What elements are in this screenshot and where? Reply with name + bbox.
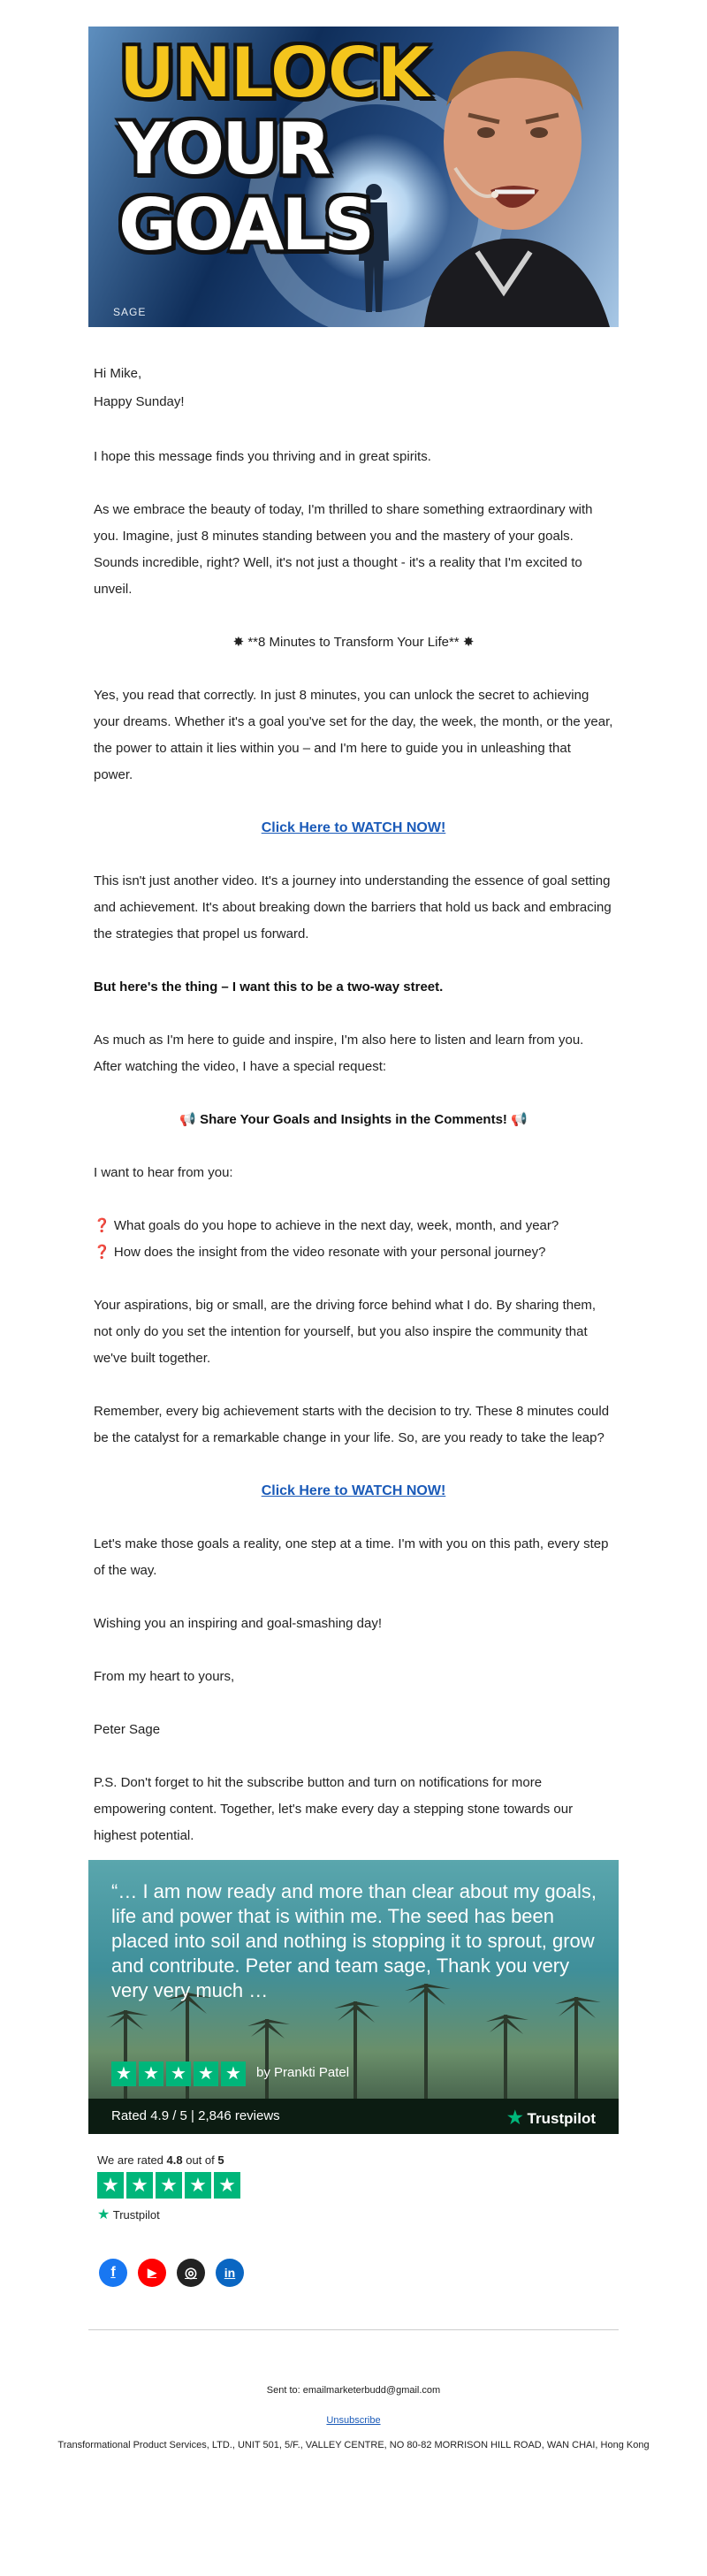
signoff: From my heart to yours, [94,1669,235,1684]
signature: Peter Sage [94,1722,161,1737]
watch-now-link-2[interactable]: Click Here to WATCH NOW! [262,1483,446,1498]
headline-text: **8 Minutes to Transform Your Life** [247,635,460,650]
hero-brand-logo: SAGE [113,306,147,318]
testimonial-author: by Prankti Patel [256,2065,350,2080]
two-way-street-line: But here's the thing – I want this to be… [94,979,444,995]
sent-to-line: Sent to: emailmarketerbudd@gmail.com [266,2385,441,2396]
trustpilot-small-logo-text: Trustpilot [112,2208,160,2222]
email-body: UNLOCK YOUR GOALS SAGE Hi Mike, Happy Su… [88,27,619,2287]
question-mark-icon: ❓ [94,1218,110,1233]
youtube-icon[interactable]: ▶ [138,2259,166,2287]
question-2: ❓ How does the insight from the video re… [94,1239,613,1266]
sparkle-icon: ✸ [232,635,245,650]
star-icon: ★ [111,2062,136,2086]
trustpilot-rating-widget[interactable]: We are rated 4.8 out of 5 ★ ★ ★ ★ ★ ★ Tr… [88,2153,619,2223]
email-content: Hi Mike, Happy Sunday! I hope this messa… [88,327,619,1860]
trustpilot-star-icon: ★ [97,2207,110,2222]
facebook-icon[interactable]: f [99,2259,127,2287]
salutation: Happy Sunday! [94,394,185,409]
want-hear-line: I want to hear from you: [94,1165,233,1180]
trustpilot-logo-text: Trustpilot [527,2110,596,2127]
hero-title: UNLOCK YOUR GOALS [118,32,432,266]
intro-paragraph: I hope this message finds you thriving a… [94,449,431,464]
paragraph-6: Remember, every big achievement starts w… [94,1404,610,1445]
paragraph-5: Your aspirations, big or small, are the … [94,1298,597,1366]
greeting: Hi Mike, [94,366,142,381]
paragraph-2: Yes, you read that correctly. In just 8 … [94,688,613,782]
rating-max: 5 [217,2153,224,2167]
question-1: ❓ What goals do you hope to achieve in t… [94,1213,613,1239]
testimonial-rating-text: Rated 4.9 / 5 | 2,846 reviews [111,2108,280,2123]
megaphone-icon: 📢 [511,1112,528,1127]
hero-banner-image[interactable]: UNLOCK YOUR GOALS SAGE [88,27,619,327]
megaphone-icon: 📢 [179,1112,196,1127]
paragraph-8: Wishing you an inspiring and goal-smashi… [94,1616,383,1631]
star-icon: ★ [214,2172,240,2199]
hero-title-line1: UNLOCK [118,32,432,114]
trustpilot-small-logo: ★ Trustpilot [97,2206,619,2223]
testimonial-rating-bar: Rated 4.9 / 5 | 2,846 reviews ★ Trustpil… [88,2099,619,2134]
testimonial-quote: “… I am now ready and more than clear ab… [111,1880,597,2001]
share-heading: 📢 Share Your Goals and Insights in the C… [94,1107,613,1133]
star-icon: ★ [185,2172,211,2199]
star-icon: ★ [194,2062,218,2086]
share-heading-text: Share Your Goals and Insights in the Com… [200,1112,507,1127]
paragraph-1: As we embrace the beauty of today, I'm t… [94,502,593,597]
star-icon: ★ [221,2062,246,2086]
star-icon: ★ [166,2062,191,2086]
trustpilot-testimonial-banner[interactable]: “… I am now ready and more than clear ab… [88,1860,619,2134]
star-icon: ★ [139,2062,163,2086]
paragraph-4: As much as I'm here to guide and inspire… [94,1033,584,1074]
company-address: Transformational Product Services, LTD.,… [57,2440,650,2450]
linkedin-icon[interactable]: in [216,2259,244,2287]
instagram-icon[interactable]: ◎ [177,2259,205,2287]
rating-text: We are rated 4.8 out of 5 [97,2153,619,2167]
rating-score: 4.8 [166,2153,183,2167]
ps-paragraph: P.S. Don't forget to hit the subscribe b… [94,1775,574,1843]
trustpilot-star-icon: ★ [506,2108,523,2128]
star-icon: ★ [156,2172,182,2199]
star-icon: ★ [126,2172,153,2199]
watch-now-link-1[interactable]: Click Here to WATCH NOW! [262,820,446,835]
sparkle-icon: ✸ [462,635,475,650]
rating-middle: out of [182,2153,218,2167]
rating-stars: ★ ★ ★ ★ ★ [97,2172,619,2199]
trustpilot-logo: ★ Trustpilot [507,2107,596,2129]
email-footer: Sent to: emailmarketerbudd@gmail.com Uns… [0,2330,707,2450]
paragraph-3: This isn't just another video. It's a jo… [94,873,612,941]
question-2-text: How does the insight from the video reso… [113,1245,546,1260]
hero-title-line2: YOUR [118,108,331,190]
paragraph-7: Let's make those goals a reality, one st… [94,1536,609,1578]
social-links: f ▶ ◎ in [88,2259,619,2287]
hero-title-line3: GOALS [118,184,375,266]
rating-prefix: We are rated [97,2153,167,2167]
question-mark-icon: ❓ [94,1245,110,1260]
headline-line: ✸ **8 Minutes to Transform Your Life** ✸ [94,629,613,656]
star-icon: ★ [97,2172,124,2199]
testimonial-stars: ★ ★ ★ ★ ★ [111,2062,246,2086]
unsubscribe-link[interactable]: Unsubscribe [326,2415,380,2426]
question-1-text: What goals do you hope to achieve in the… [113,1218,559,1233]
